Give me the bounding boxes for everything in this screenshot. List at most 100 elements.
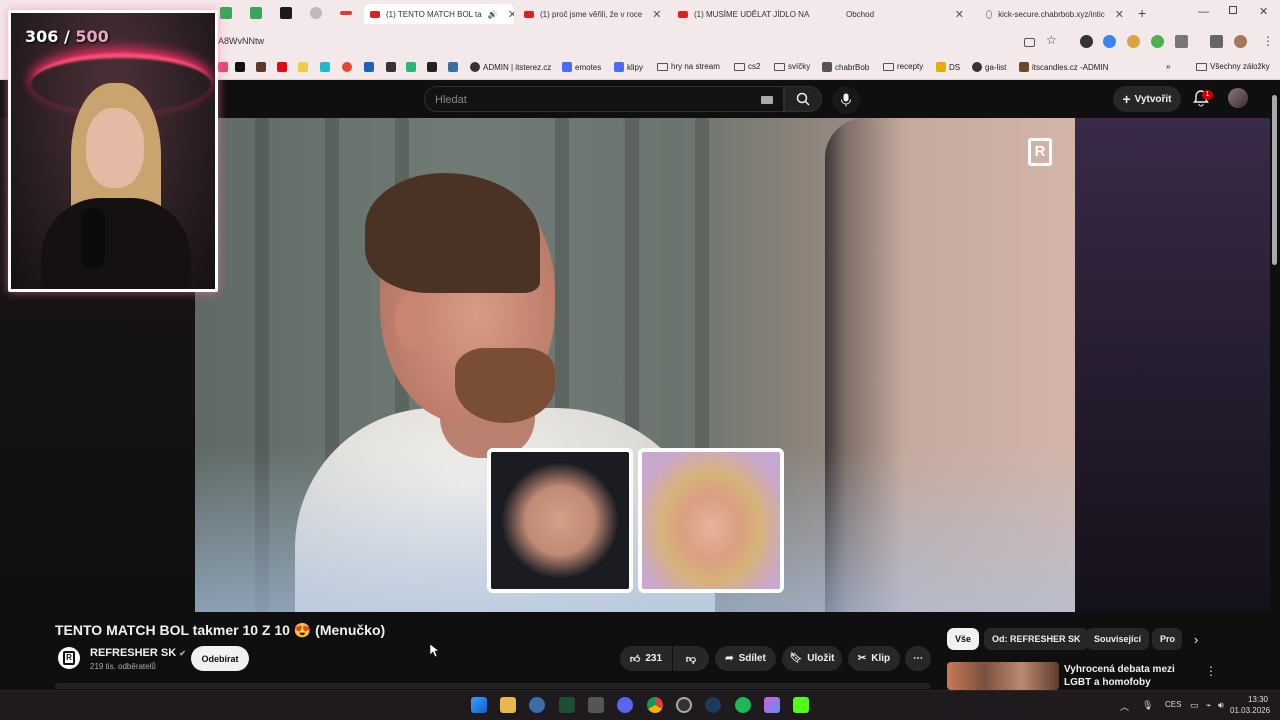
video-player[interactable]: R R (195, 118, 1075, 612)
bookmark-x-icon[interactable] (235, 62, 245, 72)
obs-icon[interactable] (676, 697, 692, 713)
bookmark-icon-9[interactable] (386, 62, 396, 72)
bookmark-ds[interactable]: DS (936, 62, 960, 72)
bookmark-icon-6[interactable] (320, 62, 330, 72)
save-button[interactable]: 🔖︎ Uložit (782, 646, 842, 671)
spotify-icon[interactable] (735, 697, 751, 713)
tab-icon-green-2[interactable] (250, 7, 262, 19)
steam-icon[interactable] (705, 697, 721, 713)
keyboard-icon[interactable] (761, 96, 773, 104)
tray-language[interactable]: CES (1165, 700, 1181, 709)
minimize-icon[interactable]: — (1198, 6, 1209, 18)
chip-related[interactable]: Související (1086, 628, 1150, 650)
puzzle-icon[interactable] (1175, 35, 1188, 48)
restore-icon[interactable] (1229, 6, 1237, 14)
tray-chevron-icon[interactable]: ︿ (1120, 700, 1129, 713)
file-explorer-icon[interactable] (500, 697, 516, 713)
discord-icon[interactable] (617, 697, 633, 713)
url-text[interactable]: A8WvNNtw (218, 36, 264, 46)
bookmark-icon-11[interactable] (427, 62, 437, 72)
scrollbar-thumb[interactable] (1272, 95, 1277, 265)
avatar[interactable] (1228, 88, 1248, 108)
chevron-right-icon[interactable]: › (1194, 632, 1198, 647)
bookmark-icon-5[interactable] (298, 62, 308, 72)
tab-5[interactable]: kick-secure.chabrbob.xyz/intic ✕ (980, 4, 1130, 24)
mouse-cursor-icon (430, 644, 440, 658)
tray-mic-icon[interactable]: 🎙︎ (1142, 700, 1153, 711)
excel-icon[interactable] (559, 697, 575, 713)
bookmark-icon-1[interactable] (218, 62, 228, 72)
extension-icon-2[interactable] (1103, 35, 1116, 48)
create-button[interactable]: + Vytvořit (1113, 86, 1181, 112)
bookmark-emotes[interactable]: emotes (562, 62, 601, 72)
tab-icon-gray[interactable] (310, 7, 322, 19)
chip-from-channel[interactable]: Od: REFRESHER SK (984, 628, 1089, 650)
close-icon[interactable]: ✕ (508, 8, 514, 21)
install-icon[interactable] (1024, 38, 1035, 47)
dislike-button[interactable]: 👎︎ (673, 646, 709, 671)
bookmark-paypal-icon[interactable] (364, 62, 374, 72)
search-button[interactable] (784, 86, 822, 112)
profile-icon[interactable] (1234, 35, 1247, 48)
bookmark-icon-12[interactable] (448, 62, 458, 72)
chip-all[interactable]: Vše (947, 628, 980, 650)
extension-icon-3[interactable] (1127, 35, 1140, 48)
minecraft-icon[interactable] (588, 697, 604, 713)
subscribe-button[interactable]: Odebírat (191, 646, 249, 671)
close-window-icon[interactable]: ✕ (1259, 5, 1268, 18)
menu-icon[interactable]: ⋮ (1262, 34, 1274, 48)
tray-clock[interactable]: 13:30 01.03.2026 (1230, 694, 1270, 716)
bookmark-netflix-icon[interactable] (277, 62, 287, 72)
app-triangle-icon[interactable] (764, 697, 780, 713)
tab-icon-red[interactable] (340, 11, 352, 15)
like-button[interactable]: 👍︎ 231 (620, 646, 672, 671)
star-icon[interactable]: ☆ (1046, 33, 1057, 47)
mic-button[interactable] (832, 86, 860, 114)
bookmark-galist[interactable]: ga-list (972, 62, 1006, 72)
recommended-thumbnail[interactable] (947, 662, 1059, 690)
close-icon[interactable]: ✕ (955, 8, 964, 21)
tab-2[interactable]: (1) proč jsme věřili, že v roce ✕ (518, 4, 668, 24)
speaker-icon[interactable]: 🔊 (488, 10, 498, 19)
bookmark-overflow-icon[interactable]: » (1166, 62, 1170, 71)
close-icon[interactable]: ✕ (1115, 8, 1124, 21)
tab-icon-green[interactable] (220, 7, 232, 19)
chrome-icon[interactable] (647, 697, 663, 713)
new-tab-icon[interactable]: + (1138, 5, 1146, 21)
bookmark-admin[interactable]: ADMIN | itsterez.cz (470, 62, 551, 72)
clip-button[interactable]: ✂ Klip (848, 646, 900, 671)
more-vert-icon[interactable]: ⋮ (1205, 664, 1217, 678)
tray-volume-icon[interactable]: 🔊︎ (1218, 700, 1224, 711)
more-actions-button[interactable]: ⋯ (905, 646, 931, 671)
description-box[interactable] (55, 683, 930, 689)
tab-4[interactable]: Obchod ✕ (840, 4, 970, 24)
recommended-title[interactable]: Vyhrocená debata mezi LGBT a homofoby (1064, 663, 1204, 689)
chip-for-you[interactable]: Pro (1152, 628, 1182, 650)
search-input[interactable]: Hledat (424, 86, 784, 112)
tab-3[interactable]: (1) MUSÍME UDĚLAT JÍDLO NA (672, 4, 822, 24)
all-bookmarks[interactable]: Všechny záložky (1196, 62, 1270, 71)
bookmark-folder-hry[interactable]: hry na stream (657, 62, 720, 71)
close-icon[interactable]: ✕ (652, 8, 661, 21)
bookmark-folder-svicky[interactable]: svíčky (774, 62, 810, 71)
bookmark-chabrbob[interactable]: chabrBob (822, 62, 869, 72)
ccleaner-icon[interactable] (529, 697, 545, 713)
kick-icon[interactable] (793, 697, 809, 713)
tab-icon-kick[interactable] (280, 7, 292, 19)
windows-start-icon[interactable] (471, 697, 487, 713)
bookmark-klipy[interactable]: klipy (614, 62, 643, 72)
bookmark-icon-7[interactable] (342, 62, 352, 72)
share-button[interactable]: ➦ Sdílet (715, 646, 776, 671)
bookmark-folder-recepty[interactable]: recepty (883, 62, 923, 71)
bookmark-itscandles[interactable]: itscandles.cz -ADMIN (1019, 62, 1108, 72)
tab-active[interactable]: (1) TENTO MATCH BOL ta 🔊 ✕ (364, 4, 514, 24)
bookmark-icon-3[interactable] (256, 62, 266, 72)
bookmark-icon-10[interactable] (406, 62, 416, 72)
tray-monitor-icon[interactable]: ▭ (1190, 700, 1199, 711)
reading-list-icon[interactable] (1210, 35, 1223, 48)
channel-name[interactable]: REFRESHER SK ✔ (90, 647, 186, 659)
bookmark-folder-cs2[interactable]: cs2 (734, 62, 760, 71)
extension-icon-1[interactable] (1080, 35, 1093, 48)
extension-icon-4[interactable] (1151, 35, 1164, 48)
tray-network-icon[interactable]: ⌁ (1206, 700, 1211, 711)
